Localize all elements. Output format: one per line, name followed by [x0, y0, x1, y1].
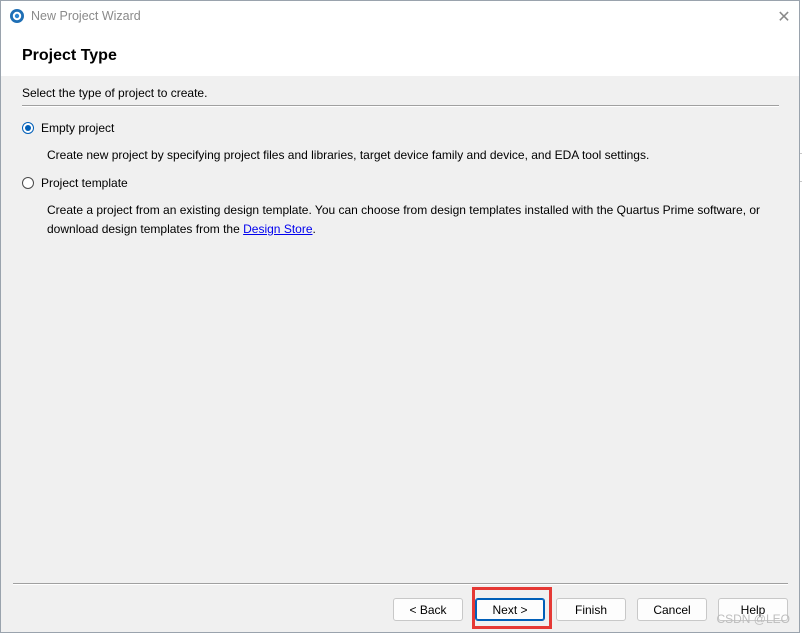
project-template-radio[interactable]: [22, 177, 34, 189]
page-title: Project Type: [22, 47, 117, 64]
project-template-description-suffix: .: [312, 222, 316, 236]
empty-project-option[interactable]: Empty project: [22, 121, 114, 135]
wizard-header: Project Type: [1, 32, 799, 76]
quartus-globe-icon: [9, 8, 25, 24]
project-template-option[interactable]: Project template: [22, 176, 128, 190]
back-button[interactable]: < Back: [393, 598, 463, 621]
header-separator: [22, 105, 779, 107]
watermark: CSDN @LEO: [716, 612, 790, 626]
title-bar: New Project Wizard ✕: [1, 1, 799, 32]
wizard-content: Select the type of project to create. Em…: [1, 76, 799, 632]
project-template-description: Create a project from an existing design…: [47, 201, 777, 239]
next-button-highlight: [472, 587, 552, 629]
new-project-wizard-window: New Project Wizard ✕ Project Type Select…: [0, 0, 800, 633]
finish-button[interactable]: Finish: [556, 598, 626, 621]
empty-project-radio[interactable]: [22, 122, 34, 134]
close-icon[interactable]: ✕: [769, 1, 799, 32]
empty-project-label[interactable]: Empty project: [41, 121, 114, 135]
project-template-label[interactable]: Project template: [41, 176, 128, 190]
instruction-text: Select the type of project to create.: [22, 86, 208, 100]
project-template-description-text: Create a project from an existing design…: [47, 203, 761, 236]
window-title: New Project Wizard: [31, 9, 141, 23]
design-store-link[interactable]: Design Store: [243, 222, 312, 236]
cancel-button[interactable]: Cancel: [637, 598, 707, 621]
empty-project-description: Create new project by specifying project…: [47, 148, 650, 162]
footer-separator: [13, 583, 788, 585]
